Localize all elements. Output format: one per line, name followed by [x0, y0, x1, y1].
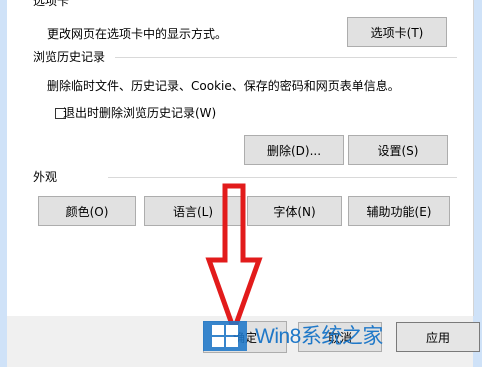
- tabs-section-title: 选项卡: [33, 0, 70, 8]
- watermark-text: Win8系统之家: [255, 325, 383, 348]
- tabs-section-description: 更改网页在选项卡中的显示方式。: [47, 27, 228, 41]
- windows-logo-icon: [203, 321, 247, 351]
- tabs-settings-button[interactable]: 选项卡(T): [347, 17, 447, 47]
- accessibility-button[interactable]: 辅助功能(E): [348, 196, 450, 226]
- apply-button[interactable]: 应用: [396, 322, 480, 352]
- appearance-section-divider: [108, 177, 457, 178]
- delete-on-exit-label: 退出时删除浏览历史记录(W): [63, 106, 217, 120]
- appearance-section-title: 外观: [33, 170, 58, 184]
- history-section-divider: [115, 57, 457, 58]
- history-settings-button[interactable]: 设置(S): [348, 135, 448, 165]
- history-section-title: 浏览历史记录: [33, 50, 106, 64]
- history-section-description: 删除临时文件、历史记录、Cookie、保存的密码和网页表单信息。: [47, 79, 400, 93]
- colors-button[interactable]: 颜色(O): [38, 196, 136, 226]
- delete-history-button[interactable]: 删除(D)...: [244, 135, 344, 165]
